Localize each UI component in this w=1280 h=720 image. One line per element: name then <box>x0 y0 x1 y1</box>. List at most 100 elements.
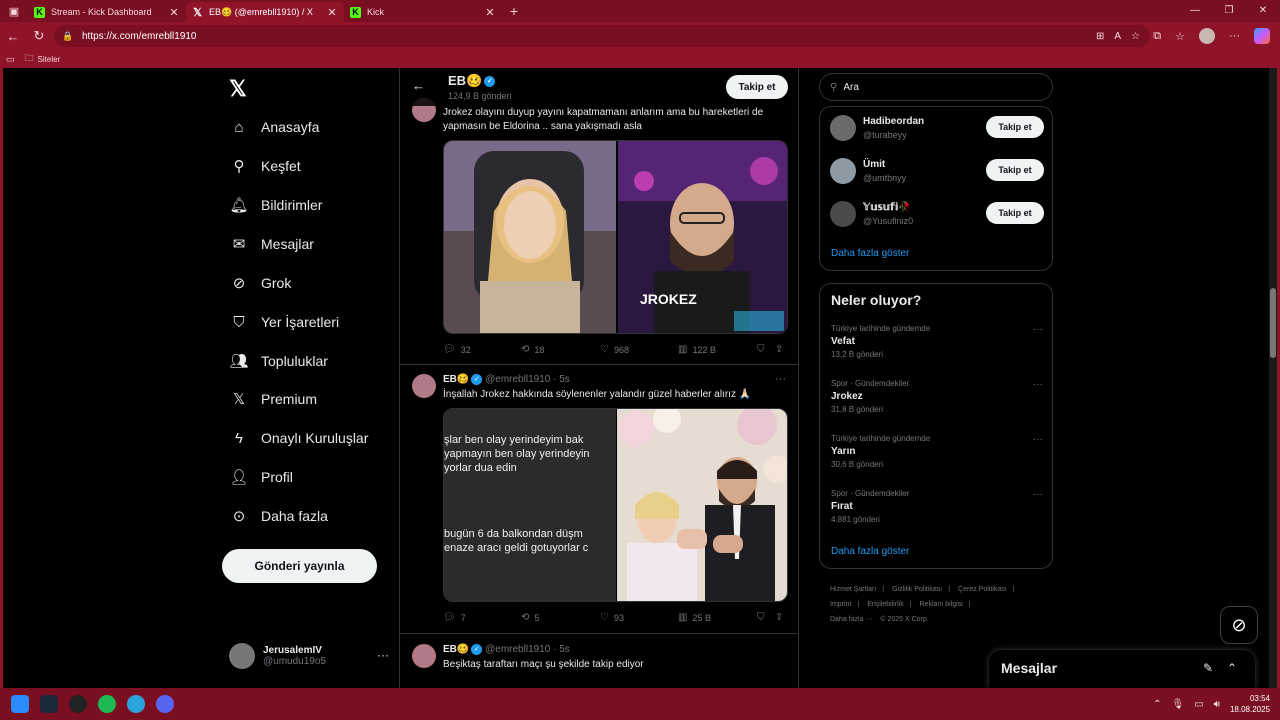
new-tab-button[interactable]: + <box>504 3 524 19</box>
more-icon[interactable]: ··· <box>775 373 786 385</box>
footer-link[interactable]: Çerez Politikası <box>958 586 1007 593</box>
start-icon[interactable] <box>11 695 29 713</box>
footer-link[interactable]: Daha fazla ··· <box>830 616 872 623</box>
expand-icon[interactable]: ⌃ <box>1227 661 1237 675</box>
back-arrow-icon[interactable]: ← <box>412 78 425 93</box>
follow-button[interactable]: Takip et <box>986 202 1044 224</box>
favorites-icon[interactable]: ☆ <box>1175 30 1185 43</box>
tweet[interactable]: Jrokez olayını duyup yayını kapatmamanı … <box>400 68 798 365</box>
trend-item[interactable]: Spor · Gündemdekiler Fırat 4.881 gönderi… <box>831 489 1043 533</box>
clock[interactable]: 03:54 18.08.2025 <box>1230 693 1270 715</box>
copilot-icon[interactable] <box>1254 28 1270 44</box>
tab-x-profile[interactable]: 𝕏 EB🥴 (@emrebll1910) / X ✕ <box>186 2 344 22</box>
tray-expand-icon[interactable]: ⌃ <box>1153 699 1161 710</box>
x-logo-icon[interactable]: 𝕏 <box>229 76 247 102</box>
spotify-icon[interactable] <box>98 695 116 713</box>
more-icon[interactable]: ··· <box>1229 30 1240 42</box>
scrollbar-thumb[interactable] <box>1270 288 1276 358</box>
repost-button[interactable]: ⟲ 18 <box>521 344 544 355</box>
repost-button[interactable]: ⟲ 5 <box>521 612 539 623</box>
follow-suggestion[interactable]: Ümit @umtbnyy Takip et <box>830 156 1044 186</box>
back-icon[interactable]: ← <box>0 29 26 44</box>
nav-more[interactable]: ⊙ Daha fazla <box>229 502 328 530</box>
nav-bookmarks[interactable]: ⛉ Yer İşaretleri <box>229 308 339 336</box>
nav-verified-orgs[interactable]: ϟ Onaylı Kuruluşlar <box>229 424 368 452</box>
tab-kick[interactable]: K Kick ✕ <box>344 2 502 22</box>
views-button[interactable]: ▥ 122 B <box>678 344 716 355</box>
follow-button[interactable]: Takip et <box>986 159 1044 181</box>
trend-item[interactable]: Spor · Gündemdekiler Jrokez 31,8 B gönde… <box>831 379 1043 423</box>
avatar[interactable] <box>830 115 856 141</box>
close-window-icon[interactable]: ✕ <box>1246 0 1280 22</box>
follow-suggestion[interactable]: 𝕐𝕦𝕤𝕦𝕗𝕚🥀 @Yusufiniz0 Takip et <box>830 199 1044 229</box>
footer-link[interactable]: Hizmet Şartları <box>830 586 876 593</box>
lock-icon[interactable]: 🔒 <box>62 31 74 42</box>
read-aloud-icon[interactable]: A <box>1114 31 1121 42</box>
tweet-time[interactable]: · 5s <box>553 644 570 655</box>
address-bar[interactable]: 🔒 https://x.com/emrebll1910 ⊞ A ☆ <box>54 25 1150 47</box>
tab-actions-icon[interactable]: ▣ <box>0 0 28 22</box>
trend-item[interactable]: Türkiye tarihinde gündemde Vefat 13,2 B … <box>831 324 1043 368</box>
minimize-icon[interactable]: — <box>1178 0 1212 22</box>
author-handle[interactable]: @emrebll1910 <box>485 374 550 385</box>
account-switcher[interactable]: JerusalemIV @umudu19o5 ··· <box>229 640 389 672</box>
grok-button[interactable]: ⊘ <box>1220 606 1258 644</box>
steam-icon[interactable] <box>40 695 58 713</box>
trends-show-more-link[interactable]: Daha fazla göster <box>831 546 909 557</box>
tweet-media[interactable]: JROKEZ <box>443 140 788 334</box>
reply-button[interactable]: 💬︎ 7 <box>443 612 466 623</box>
search-input[interactable]: ⚲ Ara <box>819 73 1053 101</box>
obs-icon[interactable] <box>69 695 87 713</box>
bookmark-button[interactable]: ⛉ <box>757 612 770 623</box>
nav-grok[interactable]: ⊘ Grok <box>229 269 292 297</box>
share-button[interactable]: ⇪ <box>775 344 788 355</box>
follow-suggestion[interactable]: Hadibeordan @turabeyy Takip et <box>830 113 1044 143</box>
post-button[interactable]: Gönderi yayınla <box>222 549 377 583</box>
nav-notifications[interactable]: 🔔︎ Bildirimler <box>229 191 322 219</box>
extensions-icon[interactable]: ⧉ <box>1153 30 1161 43</box>
author-name[interactable]: EB🥴 <box>443 644 469 655</box>
new-message-icon[interactable]: ✎ <box>1203 661 1213 675</box>
footer-link[interactable]: Gizlilik Politikası <box>892 586 942 593</box>
share-button[interactable]: ⇪ <box>775 612 788 623</box>
nav-profile[interactable]: 👤︎ Profil <box>229 463 292 491</box>
tweet-time[interactable]: · 5s <box>553 374 570 385</box>
show-more-link[interactable]: Daha fazla göster <box>831 248 909 259</box>
bookmark-folder-siteler[interactable]: Siteler <box>38 55 61 64</box>
reply-button[interactable]: 💬︎ 32 <box>443 344 471 355</box>
more-icon[interactable]: ··· <box>377 648 389 662</box>
edge-icon[interactable] <box>127 695 145 713</box>
tab-kick-dashboard[interactable]: K Stream - Kick Dashboard ✕ <box>28 2 186 22</box>
more-icon[interactable]: ··· <box>1033 379 1043 390</box>
more-icon[interactable]: ··· <box>1033 434 1043 445</box>
messages-drawer[interactable]: Mesajlar ✎ ⌃ <box>989 650 1255 688</box>
trend-item[interactable]: Türkiye tarihinde gündemde Yarın 30,6 B … <box>831 434 1043 478</box>
footer-link[interactable]: Erişilebilirlik <box>867 601 904 608</box>
discord-icon[interactable] <box>156 695 174 713</box>
avatar[interactable] <box>412 644 436 668</box>
microphone-icon[interactable]: 🎙︎ <box>1171 699 1184 710</box>
more-icon[interactable]: ··· <box>1033 489 1043 500</box>
nav-explore[interactable]: ⚲ Keşfet <box>229 152 301 180</box>
like-button[interactable]: ♡ 93 <box>600 612 624 623</box>
more-icon[interactable]: ··· <box>1033 324 1043 335</box>
close-icon[interactable]: ✕ <box>326 6 338 19</box>
restore-icon[interactable]: ❐ <box>1212 0 1246 22</box>
reading-list-icon[interactable]: ▭ <box>6 54 15 65</box>
views-button[interactable]: ▥ 25 B <box>678 612 711 623</box>
footer-link[interactable]: Reklam bilgisi <box>920 601 963 608</box>
nav-messages[interactable]: ✉ Mesajlar <box>229 230 314 258</box>
apps-icon[interactable]: ⊞ <box>1096 31 1104 42</box>
nav-home[interactable]: ⌂ Anasayfa <box>229 113 319 141</box>
avatar[interactable] <box>830 201 856 227</box>
like-button[interactable]: ♡ 968 <box>600 344 629 355</box>
profile-avatar[interactable] <box>1199 28 1215 44</box>
avatar[interactable] <box>412 374 436 398</box>
follow-button[interactable]: Takip et <box>986 116 1044 138</box>
author-name[interactable]: EB🥴 <box>443 374 469 385</box>
page-scrollbar[interactable] <box>1269 68 1277 688</box>
volume-icon[interactable]: 🔊︎ <box>1214 699 1220 710</box>
tweet[interactable]: EB🥴 ✓ @emrebll1910 · 5s ··· İnşallah Jrok… <box>400 365 798 634</box>
close-icon[interactable]: ✕ <box>168 6 180 19</box>
avatar[interactable] <box>830 158 856 184</box>
